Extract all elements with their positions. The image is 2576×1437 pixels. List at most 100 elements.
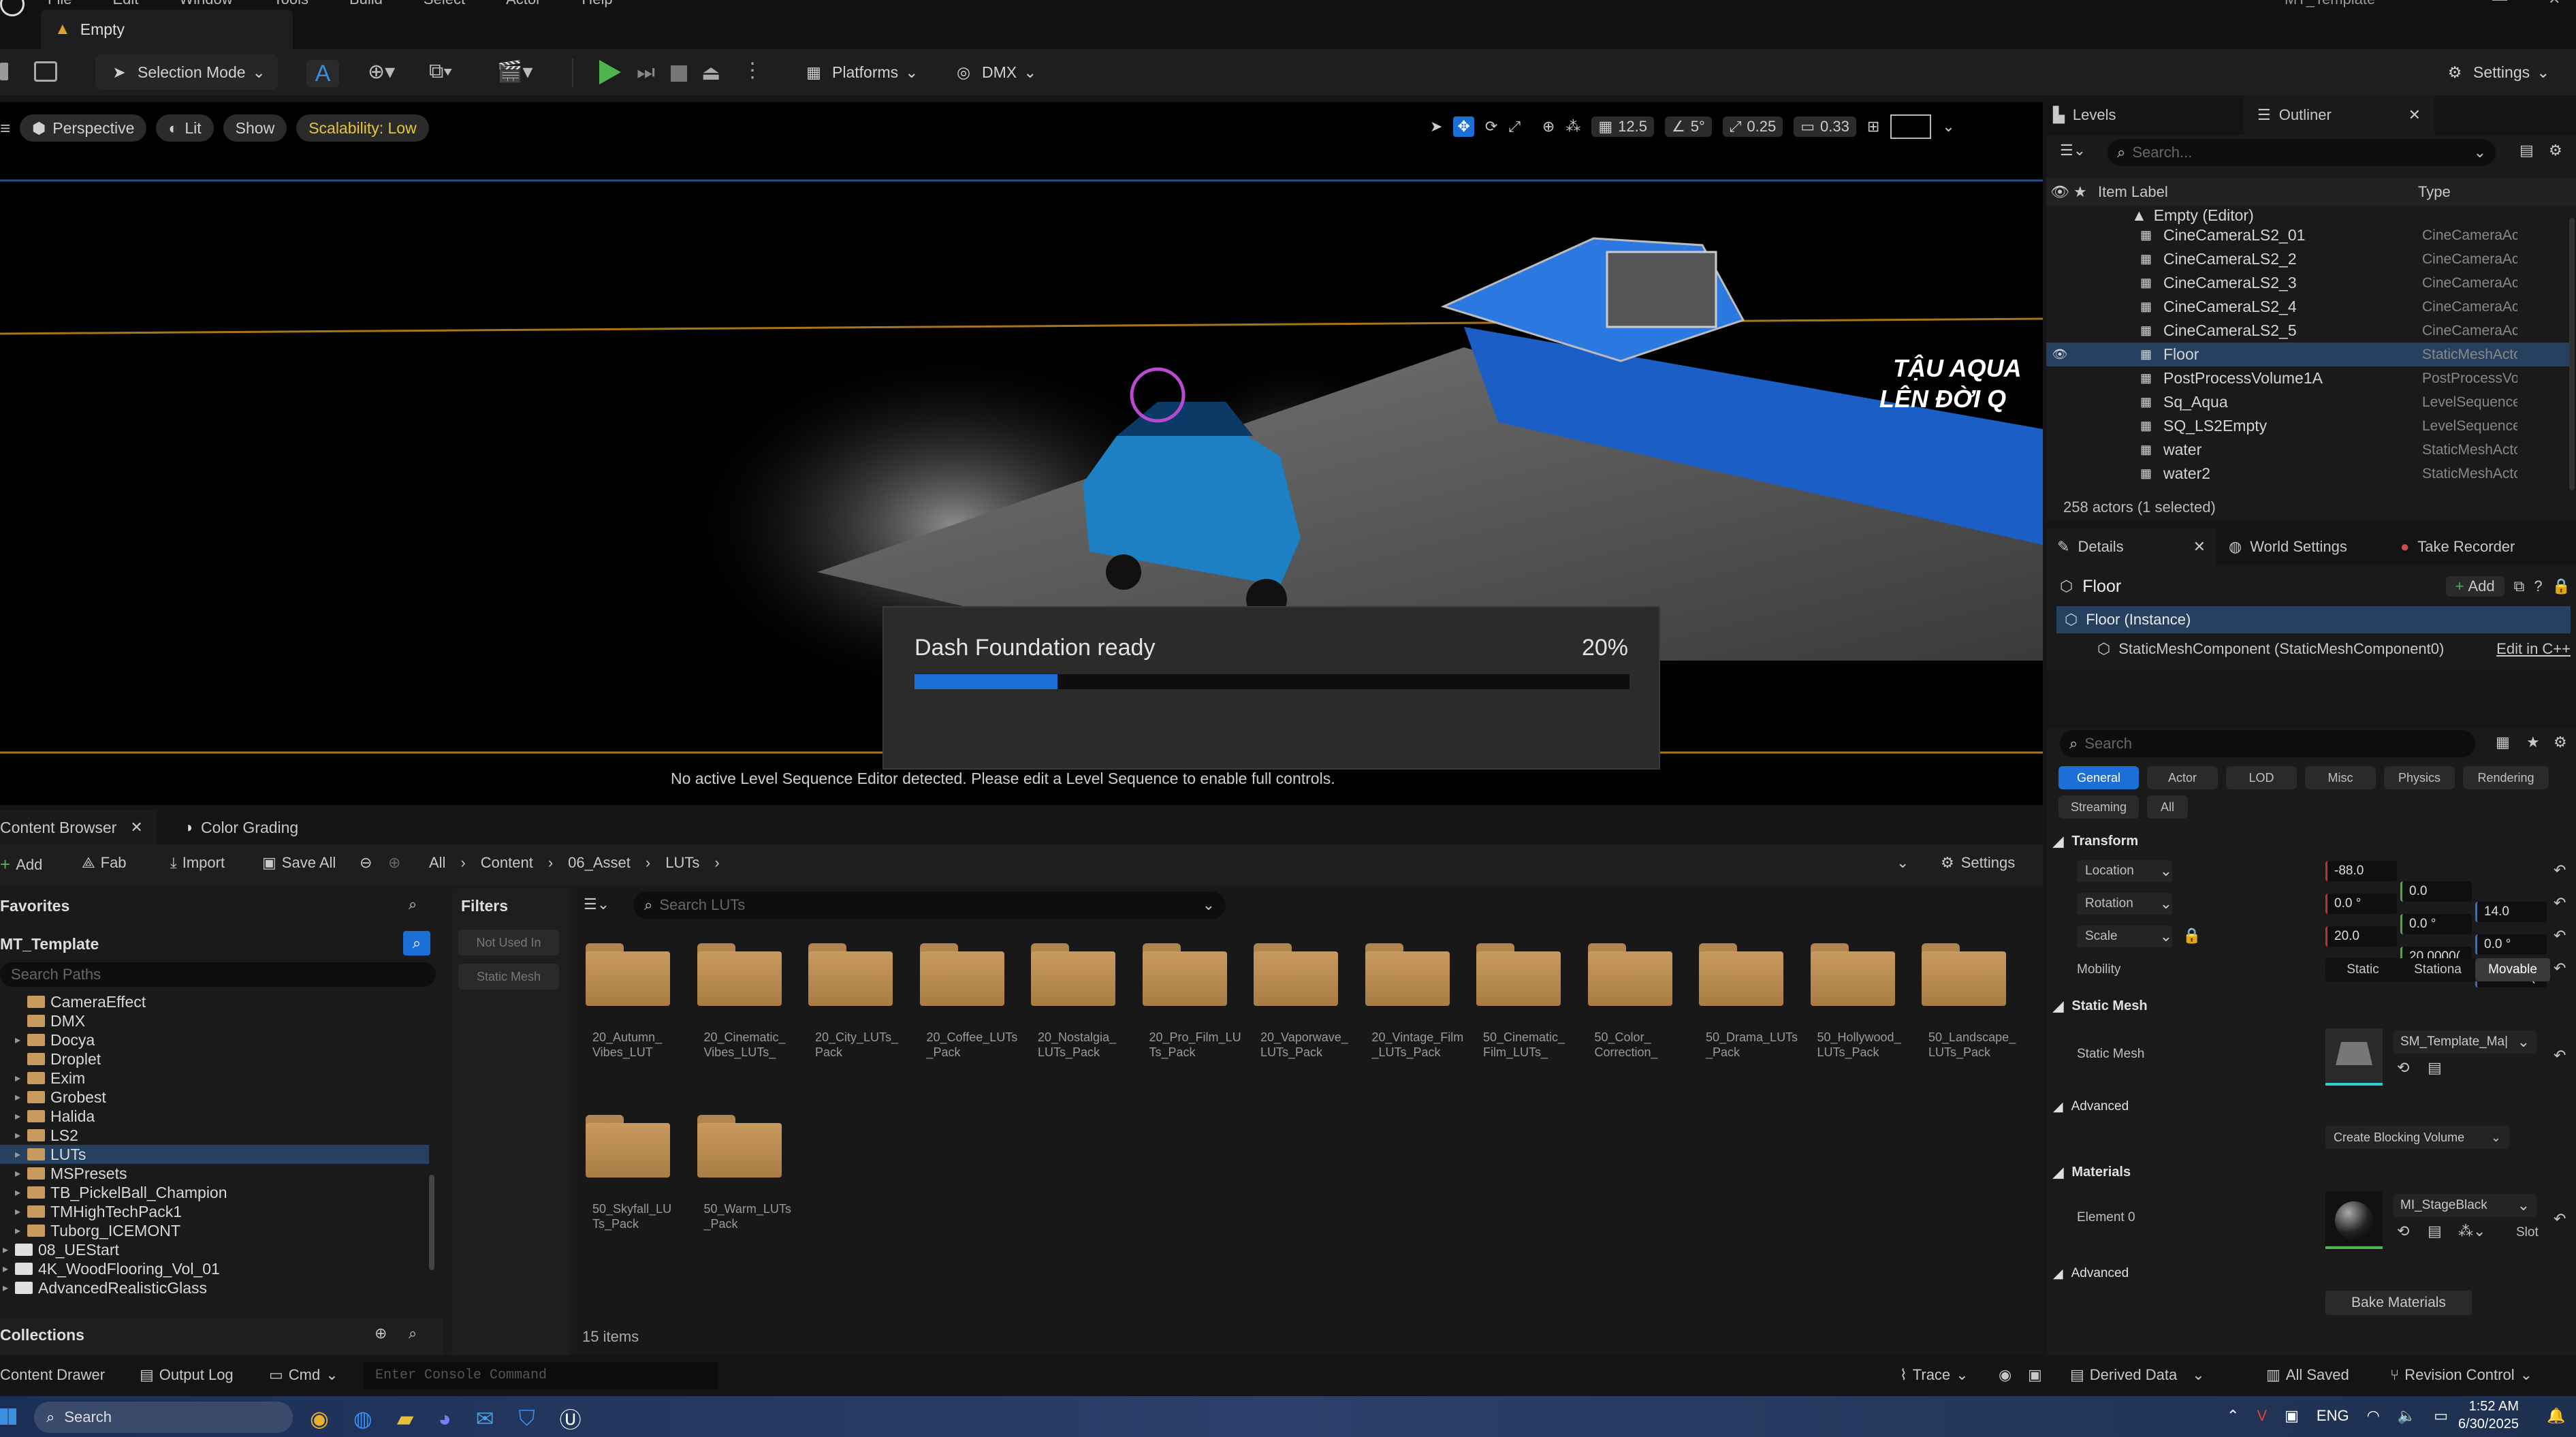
menu-actor[interactable]: Actor <box>506 0 541 8</box>
breadcrumb-luts[interactable]: LUTs <box>665 854 699 872</box>
materials-advanced-section[interactable]: ◢ Advanced <box>2053 1260 2129 1287</box>
folder-tree-item[interactable]: ▸ Halida <box>0 1107 429 1126</box>
details-search-input[interactable]: ⌕ Search <box>2060 730 2475 757</box>
search-icon[interactable]: ⌕ <box>409 896 417 913</box>
file-explorer-icon[interactable]: ▰ <box>397 1406 414 1432</box>
static-mesh-thumbnail[interactable] <box>2325 1028 2383 1086</box>
stop-icon[interactable] <box>671 65 687 82</box>
help-icon[interactable]: ? <box>2534 578 2542 595</box>
static-mesh-picker[interactable]: SM_Template_Ma| ⌄ <box>2394 1030 2537 1054</box>
filter-icon[interactable]: ☰⌄ <box>584 896 609 913</box>
item-label-header[interactable]: Item Label <box>2098 183 2418 201</box>
menu-file[interactable]: File <box>48 0 71 8</box>
project-search-button[interactable]: ⌕ <box>403 931 430 956</box>
expand-arrow-icon[interactable]: ▸ <box>3 1243 15 1257</box>
record-status-icon[interactable]: ◉ <box>1999 1366 2011 1384</box>
reset-icon[interactable]: ↶ <box>2554 1210 2566 1228</box>
expand-arrow-icon[interactable]: ▸ <box>15 1109 27 1123</box>
browse-icon[interactable]: ▤ <box>2428 1059 2442 1077</box>
mobility-movable[interactable]: Movable <box>2475 958 2550 981</box>
type-header[interactable]: Type <box>2418 183 2451 201</box>
visibility-icon[interactable]: 👁 <box>2046 183 2073 201</box>
move-tool-icon[interactable]: ✥ <box>1453 116 1474 137</box>
scalability-button[interactable]: Scalability: Low <box>296 114 429 142</box>
expand-arrow-icon[interactable]: ▸ <box>15 1205 27 1218</box>
material-picker[interactable]: MI_StageBlack ⌄ <box>2394 1194 2537 1217</box>
search-paths-input[interactable]: Search Paths <box>0 962 436 987</box>
add-button[interactable]: + Add <box>0 854 42 875</box>
expand-arrow-icon[interactable]: ▸ <box>15 1033 27 1047</box>
folder-tree-item[interactable]: ▸ LS2 <box>0 1126 429 1145</box>
lock-icon[interactable]: 🔒 <box>2552 578 2571 595</box>
asset-tile[interactable]: 20_Autumn_ Vibes_LUT <box>586 943 688 1093</box>
scale-tool-icon[interactable]: ⤢ <box>1508 118 1521 136</box>
outliner-search-input[interactable]: ⌕ Search... ⌄ <box>2108 139 2496 166</box>
tab-levels[interactable]: ▙ Levels <box>2046 106 2244 124</box>
language-indicator[interactable]: ENG <box>2317 1407 2349 1425</box>
blueprint-icon[interactable]: ⧉ <box>2514 578 2525 595</box>
tab-world-settings[interactable]: ◍ World Settings <box>2216 538 2394 556</box>
outliner-row[interactable]: ▦ Sq_Aqua LevelSequenceAc <box>2046 390 2571 414</box>
mobility-stationary[interactable]: Stationa <box>2400 962 2475 977</box>
all-saved-button[interactable]: ▥ All Saved <box>2266 1366 2349 1384</box>
favorites-star-icon[interactable]: ★ <box>2526 733 2540 751</box>
grid-snap[interactable]: ▦ 12.5 <box>1591 116 1654 137</box>
discord-icon[interactable]: ◕ <box>438 1406 451 1432</box>
camera-speed[interactable]: ▭ 0.33 <box>1794 116 1856 137</box>
outliner-row[interactable]: ▦ water StaticMeshActor <box>2046 438 2571 462</box>
play-options-icon[interactable]: ⋮ <box>742 59 763 82</box>
tray-chevron-icon[interactable]: ⌃ <box>2227 1407 2239 1425</box>
selection-mode-button[interactable]: ➤ Selection Mode ⌄ <box>95 54 278 90</box>
outliner-scrollbar[interactable] <box>2569 218 2575 490</box>
materials-section[interactable]: ◢ Materials <box>2053 1158 2131 1186</box>
expand-arrow-icon[interactable]: ▸ <box>15 1128 27 1142</box>
category-tab[interactable]: Streaming <box>2058 795 2139 819</box>
close-window-icon[interactable]: ✕ <box>2548 0 2560 8</box>
app-tray-icon[interactable]: ▣ <box>2285 1407 2299 1425</box>
output-log-button[interactable]: ▤ Output Log <box>140 1366 234 1384</box>
outliner-row[interactable]: ▦ CineCameraLS2_2 CineCameraActo <box>2046 247 2571 271</box>
asset-tile[interactable]: 20_Coffee_LUTs _Pack <box>919 943 1022 1093</box>
platforms-button[interactable]: ▦ Platforms ⌄ <box>790 54 930 90</box>
asset-tile[interactable]: 20_City_LUTs_ Pack <box>808 943 910 1093</box>
outliner-row[interactable]: ▦ SQ_LS2Empty LevelSequenceAc <box>2046 414 2571 438</box>
import-button[interactable]: ⤓ Import <box>170 854 225 872</box>
folder-tree-item[interactable]: ▸ Docya <box>0 1030 429 1049</box>
folder-tree-item[interactable]: ▸ 08_UEStart <box>0 1240 429 1259</box>
asset-search-input[interactable]: ⌕ Search LUTs ⌄ <box>633 891 1226 919</box>
tab-color-grading[interactable]: ◑ Color Grading <box>184 819 298 837</box>
outliner-row[interactable]: ▦ CineCameraLS2_3 CineCameraActo <box>2046 271 2571 295</box>
material-options-icon[interactable]: ⁂⌄ <box>2458 1222 2485 1240</box>
location-x[interactable]: -88.0 <box>2325 861 2397 881</box>
content-drawer-button[interactable]: Content Drawer <box>0 1366 105 1384</box>
revision-control-button[interactable]: ⑂ Revision Control ⌄ <box>2390 1366 2532 1384</box>
component-instance-row[interactable]: ⬡ Floor (Instance) <box>2056 606 2571 633</box>
asset-tile[interactable]: 50_Warm_LUTs _Pack <box>697 1115 799 1265</box>
outliner-row[interactable]: ▦ water2 StaticMeshActor <box>2046 462 2571 486</box>
level-tab[interactable]: ▲ Empty <box>41 10 293 49</box>
asset-tile[interactable]: 50_Drama_LUTs _Pack <box>1699 943 1801 1093</box>
add-component-button[interactable]: + Add <box>2445 576 2505 597</box>
content-settings-button[interactable]: ⚙ Settings <box>1941 854 2015 872</box>
blueprint-icon[interactable]: ⧉▾ <box>429 60 452 83</box>
close-icon[interactable]: ✕ <box>2193 538 2206 556</box>
step-icon[interactable]: ⏭ <box>637 61 655 84</box>
project-header[interactable]: MT_Template <box>0 935 99 953</box>
category-tab[interactable]: General <box>2058 766 2139 789</box>
zalo-icon[interactable]: ◍ <box>353 1406 372 1432</box>
unreal-taskbar-icon[interactable]: Ⓤ <box>560 1403 582 1434</box>
show-button[interactable]: Show <box>223 114 287 142</box>
folder-tree-item[interactable]: ▸ AdvancedRealisticGlass <box>0 1278 429 1297</box>
transform-section[interactable]: ◢ Transform <box>2053 827 2138 855</box>
folder-tree-item[interactable]: Droplet <box>0 1049 429 1069</box>
expand-arrow-icon[interactable]: ▸ <box>15 1224 27 1237</box>
notification-icon[interactable]: 🔔 <box>2547 1407 2565 1425</box>
asset-tile[interactable]: 20_Cinematic_ Vibes_LUTs_ <box>697 943 799 1093</box>
tab-take-recorder[interactable]: ● Take Recorder <box>2394 538 2515 556</box>
viewport[interactable]: TẬU AQUA LÊN ĐỜI Q ≡ ⬢ Perspective ◐ Lit… <box>0 102 2043 805</box>
viewport-layout-icon[interactable] <box>1890 114 1932 139</box>
tab-details[interactable]: ✎ Details ✕ <box>2046 528 2216 566</box>
layout-icon[interactable]: ⊞ <box>1867 118 1879 136</box>
category-tab[interactable]: All <box>2147 795 2188 819</box>
edit-in-cpp-link[interactable]: Edit in C++ <box>2496 640 2571 658</box>
